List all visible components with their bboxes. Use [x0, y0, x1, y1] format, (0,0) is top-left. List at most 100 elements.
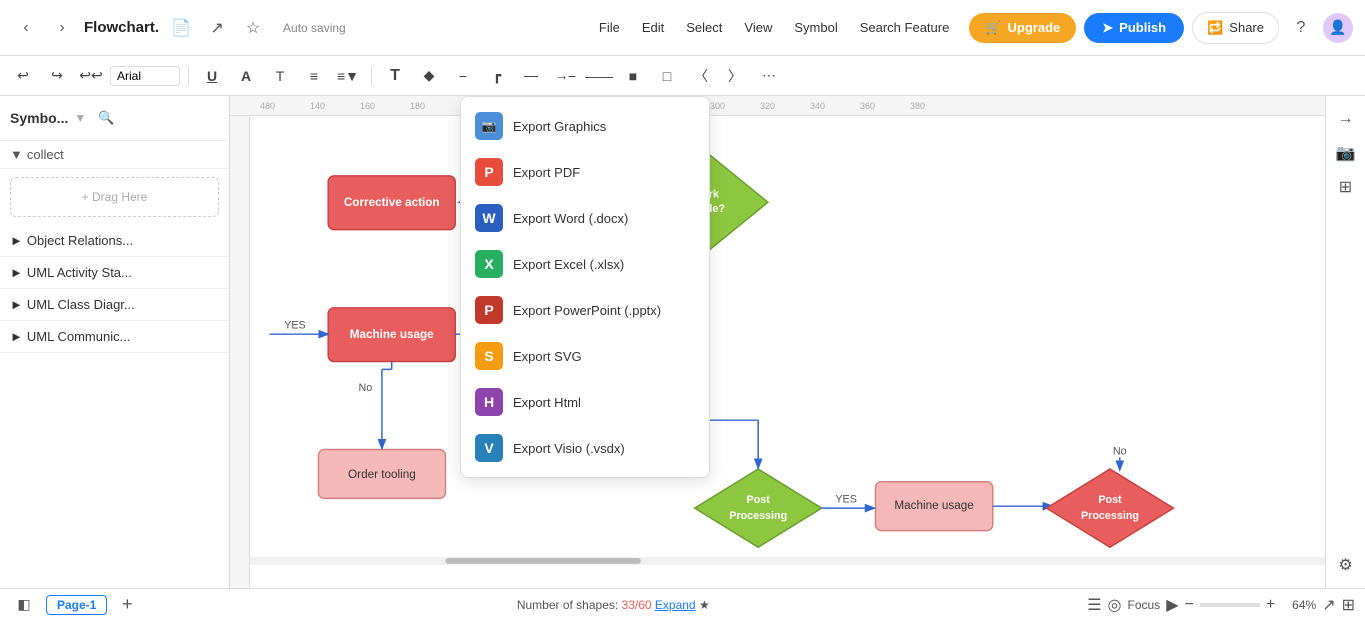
export-word-item[interactable]: W Export Word (.docx)	[461, 195, 709, 241]
section-expand-icon: ►	[10, 329, 23, 344]
export-visio-item[interactable]: V Export Visio (.vsdx)	[461, 425, 709, 471]
zoom-out-button[interactable]: −	[1185, 596, 1194, 614]
align-right-button[interactable]: 〉	[720, 62, 750, 90]
align-dropdown-button[interactable]: ≡▼	[333, 62, 363, 90]
undo-button[interactable]: ↩	[8, 62, 38, 90]
line-style-button[interactable]: ⎯⎯	[516, 62, 546, 90]
export-pdf-item[interactable]: P Export PDF	[461, 149, 709, 195]
svg-text:Post: Post	[747, 494, 771, 506]
forward-button[interactable]: ›	[48, 14, 76, 42]
zoom-slider	[1200, 603, 1260, 607]
export-graphics-label: Export Graphics	[513, 119, 606, 134]
zoom-in-button[interactable]: +	[1266, 596, 1275, 614]
menu-edit[interactable]: Edit	[632, 14, 674, 41]
share-icon: 🔁	[1207, 20, 1223, 36]
export-visio-icon: V	[475, 434, 503, 462]
main-area: Symbo... ▼ 🔍 ▼ collect + Drag Here ► Obj…	[0, 96, 1365, 588]
menu-file[interactable]: File	[589, 14, 630, 41]
export-graphics-item[interactable]: 📷 Export Graphics	[461, 103, 709, 149]
page-tab[interactable]: Page-1	[46, 595, 107, 615]
text-style-button[interactable]: T	[265, 62, 295, 90]
page-layout-icon[interactable]: ◧	[10, 591, 38, 619]
sidebar-title: Symbo...	[10, 110, 68, 126]
export-svg-item[interactable]: S Export SVG	[461, 333, 709, 379]
export-ppt-item[interactable]: P Export PowerPoint (.pptx)	[461, 287, 709, 333]
reset-button[interactable]: ↩↩	[76, 62, 106, 90]
play-icon[interactable]: ▶	[1166, 595, 1178, 615]
redo-button[interactable]: ↪	[42, 62, 72, 90]
avatar[interactable]: 👤	[1323, 13, 1353, 43]
export-svg-label: Export SVG	[513, 349, 582, 364]
back-button[interactable]: ‹	[12, 14, 40, 42]
svg-text:Machine usage: Machine usage	[894, 499, 973, 512]
canvas-area[interactable]: 📷 Export Graphics P Export PDF W Export …	[230, 96, 1325, 588]
export-html-item[interactable]: H Export Html	[461, 379, 709, 425]
shadow2-button[interactable]: □	[652, 62, 682, 90]
export-ppt-icon: P	[475, 296, 503, 324]
star-icon[interactable]: ☆	[239, 14, 267, 42]
focus-label[interactable]: Focus	[1128, 598, 1161, 612]
share-label: Share	[1229, 20, 1264, 35]
topbar-right: 🛒 Upgrade ➤ Publish 🔁 Share ? 👤	[969, 12, 1353, 44]
topbar-left: ‹ › Flowchart. 📄 ↗ ☆ Auto saving	[12, 14, 579, 42]
toolbar-separator-1	[188, 66, 189, 86]
upgrade-button[interactable]: 🛒 Upgrade	[969, 13, 1076, 43]
line-color-button[interactable]: ⎯	[448, 62, 478, 90]
align-left-button[interactable]: 〈	[686, 62, 716, 90]
drag-here-area[interactable]: + Drag Here	[10, 177, 219, 217]
more-button[interactable]: ⋯	[754, 62, 784, 90]
export-excel-icon: X	[475, 250, 503, 278]
fill-button[interactable]: ◆	[414, 62, 444, 90]
svg-text:No: No	[1113, 445, 1127, 457]
text-button[interactable]: T	[380, 62, 410, 90]
rt-image-icon[interactable]: 📷	[1331, 138, 1361, 168]
fullscreen-icon[interactable]: ⊞	[1342, 595, 1355, 615]
menu-symbol[interactable]: Symbol	[784, 14, 847, 41]
section-label: UML Activity Sta...	[27, 265, 132, 280]
corner-button[interactable]: ┏	[482, 62, 512, 90]
sidebar-collect[interactable]: ▼ collect	[0, 141, 229, 169]
menu-view[interactable]: View	[734, 14, 782, 41]
export-html-icon: H	[475, 388, 503, 416]
sidebar-chevron-icon: ▼	[74, 111, 86, 125]
export-icon[interactable]: ↗	[203, 14, 231, 42]
underline-button[interactable]: U	[197, 62, 227, 90]
shadow-button[interactable]: ■	[618, 62, 648, 90]
drag-here-label: + Drag Here	[82, 190, 148, 204]
toolbar: ↩ ↪ ↩↩ U A T ≡ ≡▼ T ◆ ⎯ ┏ ⎯⎯ →⎯ ―― ■ □ 〈…	[0, 56, 1365, 96]
svg-text:Machine usage: Machine usage	[350, 328, 434, 341]
sidebar-search-button[interactable]: 🔍	[92, 104, 120, 132]
focus-mode-icon[interactable]: ◎	[1108, 595, 1122, 615]
svg-text:Processing: Processing	[1081, 510, 1139, 522]
zoom-level[interactable]: 64%	[1281, 598, 1316, 612]
bookmark-icon[interactable]: 📄	[167, 14, 195, 42]
sidebar-section-uml-class[interactable]: ► UML Class Diagr...	[0, 289, 229, 321]
expand-view-icon[interactable]: ↗	[1322, 595, 1335, 615]
export-word-label: Export Word (.docx)	[513, 211, 628, 226]
collect-label: collect	[27, 147, 64, 162]
sidebar-section-uml-activity[interactable]: ► UML Activity Sta...	[0, 257, 229, 289]
arrow-style-button[interactable]: →⎯	[550, 62, 580, 90]
bottombar: ◧ Page-1 + Number of shapes: 33/60 Expan…	[0, 588, 1365, 620]
menu-search-feature[interactable]: Search Feature	[850, 14, 960, 41]
menu-select[interactable]: Select	[676, 14, 732, 41]
upgrade-label: Upgrade	[1008, 20, 1061, 35]
share-button[interactable]: 🔁 Share	[1192, 12, 1279, 44]
dash-style-button[interactable]: ――	[584, 62, 614, 90]
flowchart-canvas[interactable]: Corrective action YES Rework Possible? N…	[250, 116, 1325, 568]
align-button[interactable]: ≡	[299, 62, 329, 90]
rt-arrow-icon[interactable]: →	[1331, 104, 1361, 134]
rt-settings-icon[interactable]: ⚙	[1331, 550, 1361, 580]
font-color-button[interactable]: A	[231, 62, 261, 90]
page-add-button[interactable]: +	[115, 593, 139, 617]
layers-icon[interactable]: ☰	[1087, 595, 1101, 615]
sidebar-section-object-relations[interactable]: ► Object Relations...	[0, 225, 229, 257]
rt-grid-icon[interactable]: ⊞	[1331, 172, 1361, 202]
export-excel-item[interactable]: X Export Excel (.xlsx)	[461, 241, 709, 287]
publish-send-icon: ➤	[1102, 20, 1113, 36]
font-selector[interactable]	[110, 66, 180, 86]
expand-link[interactable]: Expand	[655, 598, 696, 612]
help-icon[interactable]: ?	[1287, 14, 1315, 42]
sidebar-section-uml-communic[interactable]: ► UML Communic...	[0, 321, 229, 353]
publish-button[interactable]: ➤ Publish	[1084, 13, 1184, 43]
